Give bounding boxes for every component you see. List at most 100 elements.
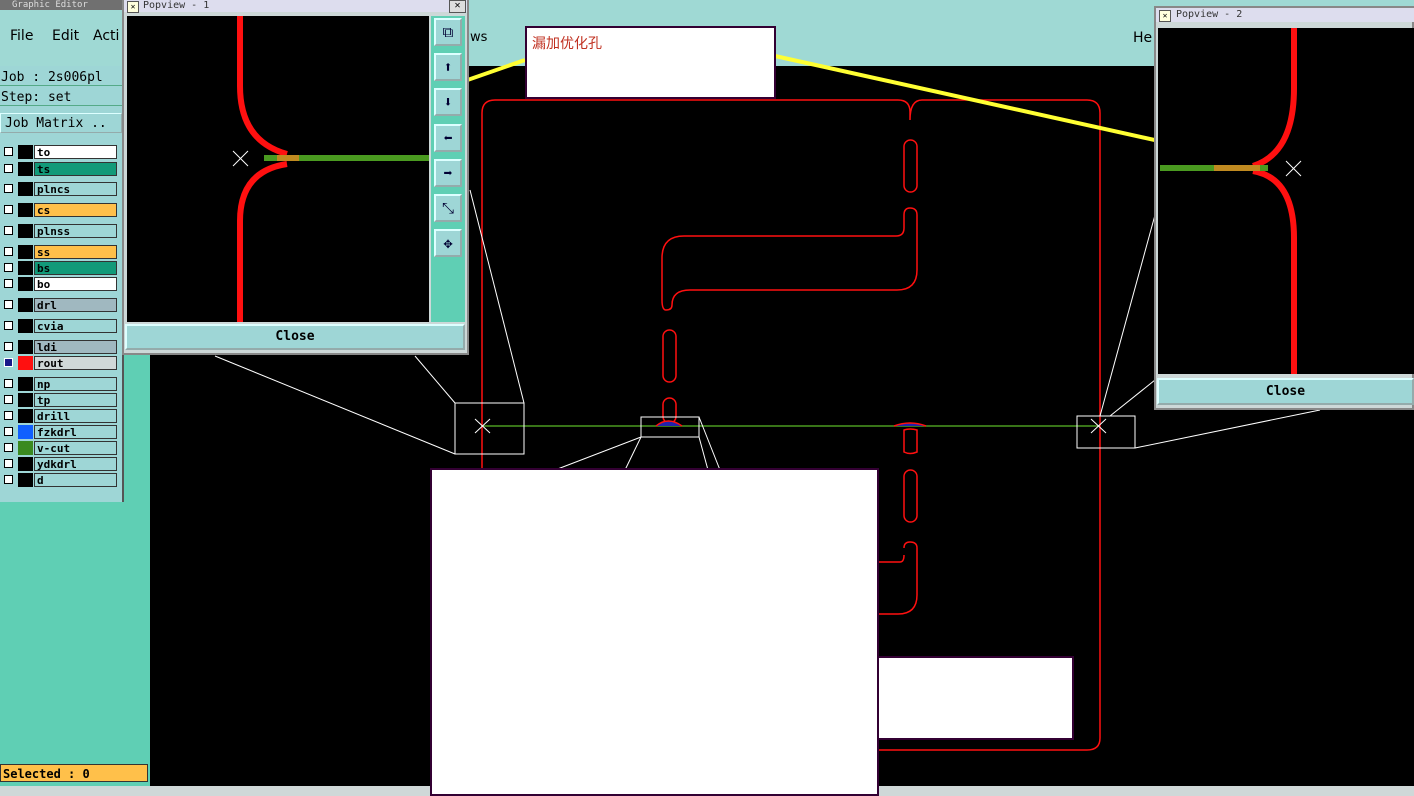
layer-name[interactable]: ts xyxy=(34,162,117,176)
selected-count: Selected : 0 xyxy=(0,764,148,782)
layer-color-swatch[interactable] xyxy=(18,145,33,159)
layer-color-swatch[interactable] xyxy=(18,162,33,176)
layer-name[interactable]: d xyxy=(34,473,117,487)
popview-2-canvas[interactable] xyxy=(1158,28,1414,374)
layer-color-swatch[interactable] xyxy=(18,182,33,196)
popview-2-close-button[interactable]: Close xyxy=(1157,378,1414,405)
layer-color-swatch[interactable] xyxy=(18,425,33,439)
layer-row[interactable]: np xyxy=(0,377,118,391)
window-icon: ✕ xyxy=(1159,10,1171,22)
layer-name[interactable]: to xyxy=(34,145,117,159)
layer-checkbox[interactable] xyxy=(4,279,13,288)
layer-color-swatch[interactable] xyxy=(18,457,33,471)
layer-row[interactable]: fzkdrl xyxy=(0,425,118,439)
layer-checkbox[interactable] xyxy=(4,358,13,367)
layer-row[interactable]: rout xyxy=(0,356,118,370)
layer-name[interactable]: fzkdrl xyxy=(34,425,117,439)
popview-1-close-button[interactable]: Close xyxy=(125,324,465,350)
popview-1-drawing xyxy=(232,16,429,322)
layer-checkbox[interactable] xyxy=(4,164,13,173)
pan-right-icon[interactable]: ➡ xyxy=(434,159,462,187)
layer-name[interactable]: tp xyxy=(34,393,117,407)
layer-color-swatch[interactable] xyxy=(18,441,33,455)
layer-color-swatch[interactable] xyxy=(18,261,33,275)
layer-row[interactable]: plnss xyxy=(0,224,118,238)
layer-row[interactable]: bo xyxy=(0,277,118,291)
layer-color-swatch[interactable] xyxy=(18,277,33,291)
layer-row[interactable]: ldi xyxy=(0,340,118,354)
layer-row[interactable]: d xyxy=(0,473,118,487)
layer-color-swatch[interactable] xyxy=(18,245,33,259)
layer-row[interactable]: cvia xyxy=(0,319,118,333)
job-label: Job : 2s006pl xyxy=(0,69,122,86)
layer-color-swatch[interactable] xyxy=(18,473,33,487)
layer-name[interactable]: rout xyxy=(34,356,117,370)
layer-row[interactable]: v-cut xyxy=(0,441,118,455)
layer-checkbox[interactable] xyxy=(4,184,13,193)
layer-color-swatch[interactable] xyxy=(18,377,33,391)
layer-name[interactable]: cs xyxy=(34,203,117,217)
layer-color-swatch[interactable] xyxy=(18,340,33,354)
layer-name[interactable]: bs xyxy=(34,261,117,275)
layer-name[interactable]: np xyxy=(34,377,117,391)
layer-checkbox[interactable] xyxy=(4,379,13,388)
annotation-text: 漏加优化孔 xyxy=(532,36,602,52)
layer-checkbox[interactable] xyxy=(4,300,13,309)
layer-color-swatch[interactable] xyxy=(18,319,33,333)
layer-checkbox[interactable] xyxy=(4,342,13,351)
layer-name[interactable]: ss xyxy=(34,245,117,259)
zoom-window-icon[interactable]: ⧉ xyxy=(434,18,462,46)
close-icon[interactable]: ✕ xyxy=(449,0,466,13)
layer-color-swatch[interactable] xyxy=(18,393,33,407)
layer-name[interactable]: plnss xyxy=(34,224,117,238)
layer-row[interactable]: plncs xyxy=(0,182,118,196)
annotation-callout: 漏加优化孔 xyxy=(525,26,776,99)
layer-checkbox[interactable] xyxy=(4,205,13,214)
layer-row[interactable]: ts xyxy=(0,162,118,176)
layer-color-swatch[interactable] xyxy=(18,298,33,312)
layer-row[interactable]: ss xyxy=(0,245,118,259)
layer-name[interactable]: ydkdrl xyxy=(34,457,117,471)
layer-checkbox[interactable] xyxy=(4,459,13,468)
layer-color-swatch[interactable] xyxy=(18,409,33,423)
layer-row[interactable]: drl xyxy=(0,298,118,312)
popview-1-title: Popview - 1 xyxy=(143,0,210,11)
layer-row[interactable]: cs xyxy=(0,203,118,217)
layer-checkbox[interactable] xyxy=(4,411,13,420)
popview-2-title: Popview - 2 xyxy=(1176,9,1243,20)
pan-down-icon[interactable]: ⬇ xyxy=(434,88,462,116)
zoom-in-icon[interactable]: ✥ xyxy=(434,229,462,257)
layer-checkbox[interactable] xyxy=(4,395,13,404)
job-matrix-button[interactable]: Job Matrix .. xyxy=(0,113,122,133)
layer-color-swatch[interactable] xyxy=(18,356,33,370)
layer-name[interactable]: drill xyxy=(34,409,117,423)
layer-color-swatch[interactable] xyxy=(18,203,33,217)
layer-name[interactable]: bo xyxy=(34,277,117,291)
layer-checkbox[interactable] xyxy=(4,427,13,436)
layer-row[interactable]: tp xyxy=(0,393,118,407)
layer-checkbox[interactable] xyxy=(4,321,13,330)
layer-name[interactable]: plncs xyxy=(34,182,117,196)
pan-left-icon[interactable]: ⬅ xyxy=(434,124,462,152)
layer-checkbox[interactable] xyxy=(4,147,13,156)
blank-callout-small xyxy=(877,656,1074,740)
layer-checkbox[interactable] xyxy=(4,226,13,235)
popview-1-canvas[interactable] xyxy=(127,16,429,322)
layer-row[interactable]: drill xyxy=(0,409,118,423)
layer-checkbox[interactable] xyxy=(4,475,13,484)
layer-checkbox[interactable] xyxy=(4,263,13,272)
layer-checkbox[interactable] xyxy=(4,443,13,452)
layer-row[interactable]: ydkdrl xyxy=(0,457,118,471)
blank-callout-large xyxy=(430,468,879,796)
layer-name[interactable]: v-cut xyxy=(34,441,117,455)
layer-name[interactable]: cvia xyxy=(34,319,117,333)
layer-row[interactable]: to xyxy=(0,145,118,159)
popview-2-drawing xyxy=(1160,28,1302,374)
zoom-out-icon[interactable]: ⤡ xyxy=(434,194,462,222)
layer-row[interactable]: bs xyxy=(0,261,118,275)
layer-color-swatch[interactable] xyxy=(18,224,33,238)
layer-name[interactable]: ldi xyxy=(34,340,117,354)
layer-name[interactable]: drl xyxy=(34,298,117,312)
pan-up-icon[interactable]: ⬆ xyxy=(434,53,462,81)
layer-checkbox[interactable] xyxy=(4,247,13,256)
